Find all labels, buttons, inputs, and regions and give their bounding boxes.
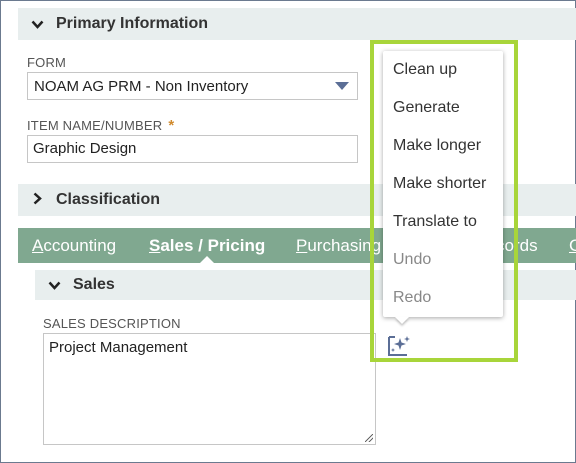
primary-information-header[interactable]: Primary Information (18, 8, 576, 40)
sales-description-textarea[interactable]: Project Management (43, 333, 376, 445)
sales-description-value: Project Management (49, 339, 188, 356)
required-asterisk: * (168, 117, 175, 134)
tab-more[interactable]: C (569, 228, 576, 263)
menu-item-translate-to[interactable]: Translate to (383, 203, 503, 241)
chevron-down-icon (35, 278, 73, 293)
sparkle-edit-icon[interactable] (386, 334, 412, 358)
form-select-value: NOAM AG PRM - Non Inventory (34, 77, 249, 95)
menu-item-redo: Redo (393, 289, 432, 306)
item-name-input[interactable]: Graphic Design (27, 135, 358, 163)
sales-description-label: SALES DESCRIPTION (43, 316, 181, 331)
active-tab-indicator (199, 256, 215, 264)
tab-purchasing[interactable]: Purchasing (296, 228, 381, 263)
chevron-down-icon (18, 17, 56, 32)
section-title: Classification (56, 191, 161, 208)
section-title: Primary Information (56, 15, 209, 32)
chevron-right-icon (18, 192, 56, 208)
form-label: FORM (27, 55, 67, 70)
item-name-label: ITEM NAME/NUMBER * (27, 117, 174, 134)
menu-item-make-longer[interactable]: Make longer (383, 127, 503, 165)
item-name-label-text: ITEM NAME/NUMBER (27, 118, 163, 133)
form-select[interactable]: NOAM AG PRM - Non Inventory (27, 72, 358, 100)
section-title: Sales (73, 276, 115, 293)
menu-item-make-shorter[interactable]: Make shorter (383, 165, 503, 203)
ai-assist-menu: Clean up Generate Make longer Make short… (383, 51, 503, 317)
menu-item-undo: Undo (393, 251, 432, 268)
tab-accounting[interactable]: Accounting (32, 228, 116, 263)
menu-pointer (395, 317, 409, 324)
menu-item-clean-up[interactable]: Clean up (383, 51, 503, 89)
menu-item-generate[interactable]: Generate (383, 89, 503, 127)
resize-grip-icon[interactable] (365, 434, 373, 442)
dropdown-arrow-icon (335, 82, 349, 90)
